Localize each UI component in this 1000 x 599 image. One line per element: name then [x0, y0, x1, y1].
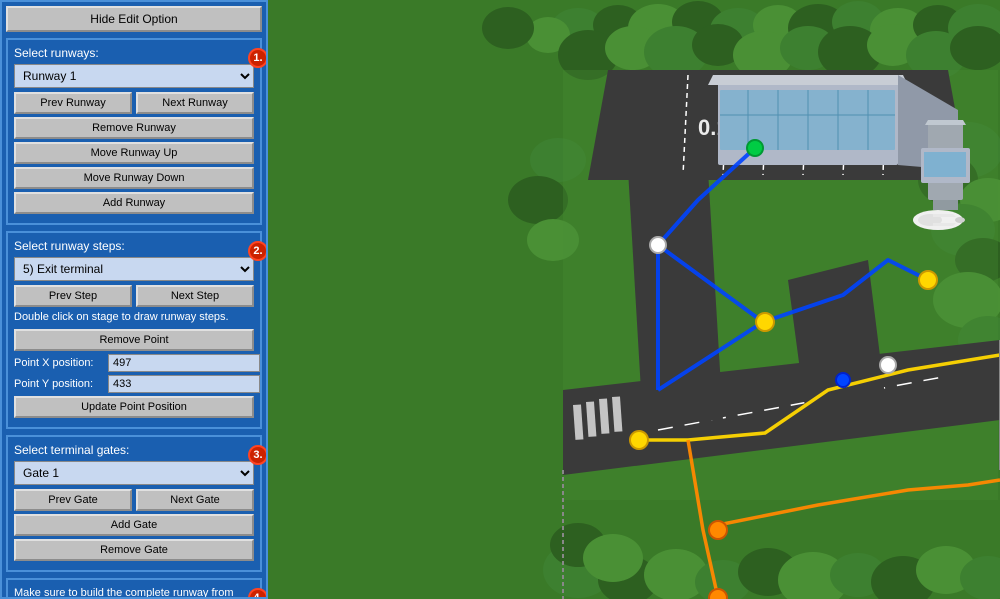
section-gates: Select terminal gates: Gate 1 Prev Gate …	[6, 435, 262, 572]
section-runways: Select runways: Runway 1 Prev Runway Nex…	[6, 38, 262, 225]
prev-step-button[interactable]: Prev Step	[14, 285, 132, 307]
step-select[interactable]: 5) Exit terminal	[14, 257, 254, 281]
gate-nav-row: Prev Gate Next Gate	[14, 489, 254, 511]
section-steps-label: Select runway steps:	[14, 239, 254, 253]
section1-badge: 1.	[248, 48, 268, 68]
runway-nav-row: Prev Runway Next Runway	[14, 92, 254, 114]
section4-badge: 4.	[248, 588, 268, 599]
y-position-row: Point Y position:	[14, 375, 254, 393]
section2-badge: 2.	[248, 241, 268, 261]
x-label: Point X position:	[14, 357, 104, 369]
left-panel: Hide Edit Option Select runways: Runway …	[0, 0, 268, 599]
next-step-button[interactable]: Next Step	[136, 285, 254, 307]
remove-point-button[interactable]: Remove Point	[14, 329, 254, 351]
test-info-text: Make sure to build the complete runway f…	[14, 586, 254, 599]
next-gate-button[interactable]: Next Gate	[136, 489, 254, 511]
move-runway-down-button[interactable]: Move Runway Down	[14, 167, 254, 189]
section-gates-label: Select terminal gates:	[14, 443, 254, 457]
y-label: Point Y position:	[14, 378, 104, 390]
section-runway-steps: Select runway steps: 5) Exit terminal Pr…	[6, 231, 262, 429]
y-position-input[interactable]	[108, 375, 260, 393]
x-position-input[interactable]	[108, 354, 260, 372]
update-point-button[interactable]: Update Point Position	[14, 396, 254, 418]
add-gate-button[interactable]: Add Gate	[14, 514, 254, 536]
add-runway-button[interactable]: Add Runway	[14, 192, 254, 214]
step-info-text: Double click on stage to draw runway ste…	[14, 310, 254, 325]
section-runways-label: Select runways:	[14, 46, 254, 60]
step-nav-row: Prev Step Next Step	[14, 285, 254, 307]
x-position-row: Point X position:	[14, 354, 254, 372]
prev-runway-button[interactable]: Prev Runway	[14, 92, 132, 114]
section3-badge: 3.	[248, 445, 268, 465]
runway-select[interactable]: Runway 1	[14, 64, 254, 88]
next-runway-button[interactable]: Next Runway	[136, 92, 254, 114]
gate-select[interactable]: Gate 1	[14, 461, 254, 485]
move-runway-up-button[interactable]: Move Runway Up	[14, 142, 254, 164]
airport-scene[interactable]: 0.1 0.2	[268, 0, 1000, 599]
section-test: Make sure to build the complete runway f…	[6, 578, 262, 599]
hide-edit-option-button[interactable]: Hide Edit Option	[6, 6, 262, 32]
prev-gate-button[interactable]: Prev Gate	[14, 489, 132, 511]
remove-gate-button[interactable]: Remove Gate	[14, 539, 254, 561]
remove-runway-button[interactable]: Remove Runway	[14, 117, 254, 139]
